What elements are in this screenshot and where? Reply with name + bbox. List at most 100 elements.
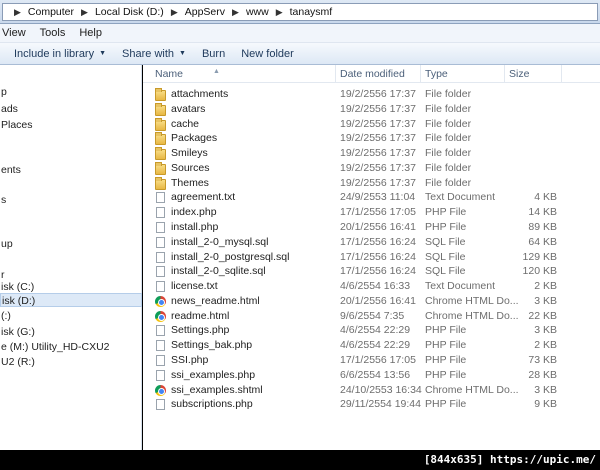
column-separator[interactable] [335,65,336,83]
document-icon [156,369,165,381]
chevron-down-icon: ▼ [99,50,107,57]
breadcrumb-label: Computer [27,6,75,18]
column-separator[interactable] [561,65,562,83]
file-type: Text Document [425,191,496,204]
file-size: 14 KB [528,206,557,219]
nav-item[interactable]: p [0,85,7,99]
nav-item[interactable]: Places [0,118,33,132]
nav-item[interactable]: isk (G:) [0,325,35,339]
file-row[interactable]: license.txt 4/6/2554 16:33 Text Document 2 … [143,279,600,294]
file-date: 19/2/2556 17:37 [340,176,416,189]
file-name: readme.html [171,309,230,322]
file-size: 129 KB [522,250,557,263]
file-row[interactable]: subscriptions.php 29/11/2554 19:44 PHP Fil… [143,397,600,412]
nav-item[interactable]: ents [0,163,21,177]
column-type[interactable]: Type [425,68,448,80]
watermark-text: [844x635] https://upic.me/ [423,453,596,466]
menu-item-view[interactable]: View [0,27,33,39]
file-date: 29/11/2554 19:44 [340,398,421,411]
file-date: 20/1/2556 16:41 [340,294,416,307]
breadcrumb-item[interactable]: ▶ Computer [7,6,74,18]
nav-item[interactable]: U2 (R:) [0,355,35,369]
file-name: Settings.php [171,324,230,337]
file-type: Chrome HTML Do... [425,383,519,396]
file-row[interactable]: SSI.php 17/1/2556 17:05 PHP File 73 KB [143,353,600,368]
chevron-right-icon[interactable]: ▶ [276,7,283,18]
file-date: 20/1/2556 16:41 [340,221,416,234]
file-size: 2 KB [534,280,557,293]
include-in-library-button[interactable]: Include in library ▼ [0,48,114,60]
folder-icon [155,147,166,161]
navigation-pane[interactable]: p ads Places ents s up r isk (C:) isk (D:) (:) isk… [0,65,142,450]
file-date: 6/6/2554 13:56 [340,368,411,381]
column-headers: ▲ Name Date modified Type Size [143,65,600,83]
breadcrumb-item[interactable]: ▶ www [225,6,269,18]
breadcrumb-item[interactable]: ▶ AppServ [164,6,225,18]
file-row[interactable]: install_2-0_sqlite.sql 17/1/2556 16:24 SQL… [143,264,600,279]
file-size: 3 KB [534,383,557,396]
file-date: 19/2/2556 17:37 [340,161,416,174]
file-row[interactable]: Smileys 19/2/2556 17:37 File folder [143,146,600,161]
file-name: attachments [171,88,229,100]
file-name: agreement.txt [171,191,236,204]
share-with-button[interactable]: Share with ▼ [114,48,194,60]
file-size: 89 KB [528,221,557,234]
file-date: 4/6/2554 22:29 [340,324,411,337]
chevron-right-icon[interactable]: ▶ [171,7,178,18]
nav-item[interactable]: ads [0,102,18,116]
file-row[interactable]: Settings_bak.php 4/6/2554 22:29 PHP File 2 … [143,338,600,353]
file-list[interactable]: ▲ Name Date modified Type Size attachmen… [143,65,600,450]
nav-item[interactable]: e (M:) Utility_HD-CXU2 [0,340,110,354]
nav-item[interactable]: isk (D:) [0,293,142,307]
file-row[interactable]: Sources 19/2/2556 17:37 File folder [143,161,600,176]
chevron-right-icon[interactable]: ▶ [81,7,88,18]
file-row[interactable]: readme.html 9/6/2554 7:35 Chrome HTML Do..… [143,309,600,324]
chrome-icon [155,310,166,322]
file-row[interactable]: news_readme.html 20/1/2556 16:41 Chrome HT… [143,294,600,309]
file-type: PHP File [425,324,467,337]
breadcrumb[interactable]: ▶ Computer ▶ Local Disk (D:) ▶ AppServ ▶ www ▶ ta… [2,3,598,21]
column-name[interactable]: Name [155,68,183,80]
file-row[interactable]: Settings.php 4/6/2554 22:29 PHP File 3 KB [143,323,600,338]
address-bar: ▶ Computer ▶ Local Disk (D:) ▶ AppServ ▶ www ▶ ta… [0,0,600,24]
file-row[interactable]: install_2-0_mysql.sql 17/1/2556 16:24 SQL … [143,235,600,250]
file-row[interactable]: index.php 17/1/2556 17:05 PHP File 14 KB [143,205,600,220]
file-date: 4/6/2554 22:29 [340,339,411,352]
breadcrumb-label: Local Disk (D:) [94,6,164,18]
breadcrumb-item[interactable]: ▶ Local Disk (D:) [74,6,164,18]
column-size[interactable]: Size [509,68,529,80]
menu-item-help[interactable]: Help [72,27,109,39]
file-row[interactable]: ssi_examples.shtml 24/10/2553 16:34 Chrome… [143,383,600,398]
file-row[interactable]: ssi_examples.php 6/6/2554 13:56 PHP File 28… [143,368,600,383]
file-row[interactable]: cache 19/2/2556 17:37 File folder [143,117,600,132]
file-row[interactable]: install.php 20/1/2556 16:41 PHP File 89 KB [143,220,600,235]
column-date[interactable]: Date modified [340,68,405,80]
file-name: ssi_examples.shtml [171,383,263,396]
nav-item[interactable]: up [0,237,13,251]
nav-item[interactable]: isk (C:) [0,280,34,294]
nav-item[interactable]: (:) [0,309,11,323]
breadcrumb-item[interactable]: ▶ tanaysmf [269,6,333,18]
file-date: 19/2/2556 17:37 [340,147,416,160]
file-type: SQL File [425,250,466,263]
column-separator[interactable] [420,65,421,83]
chevron-right-icon[interactable]: ▶ [14,7,21,18]
new-folder-button[interactable]: New folder [233,48,302,60]
file-name: index.php [171,206,217,219]
chevron-right-icon[interactable]: ▶ [232,7,239,18]
file-type: Text Document [425,280,496,293]
nav-item[interactable]: s [0,193,6,207]
column-separator[interactable] [504,65,505,83]
file-row[interactable]: agreement.txt 24/9/2553 11:04 Text Documen… [143,190,600,205]
document-icon [156,207,165,219]
file-row[interactable]: install_2-0_postgresql.sql 17/1/2556 16:2… [143,250,600,265]
burn-button[interactable]: Burn [194,48,233,60]
file-row[interactable]: avatars 19/2/2556 17:37 File folder [143,102,600,117]
file-date: 17/1/2556 16:24 [340,235,416,248]
file-row[interactable]: Packages 19/2/2556 17:37 File folder [143,131,600,146]
file-size: 9 KB [534,398,557,411]
file-row[interactable]: attachments 19/2/2556 17:37 File folder [143,87,600,102]
document-icon [156,251,165,263]
menu-item-tools[interactable]: Tools [33,27,73,39]
file-row[interactable]: Themes 19/2/2556 17:37 File folder [143,176,600,191]
